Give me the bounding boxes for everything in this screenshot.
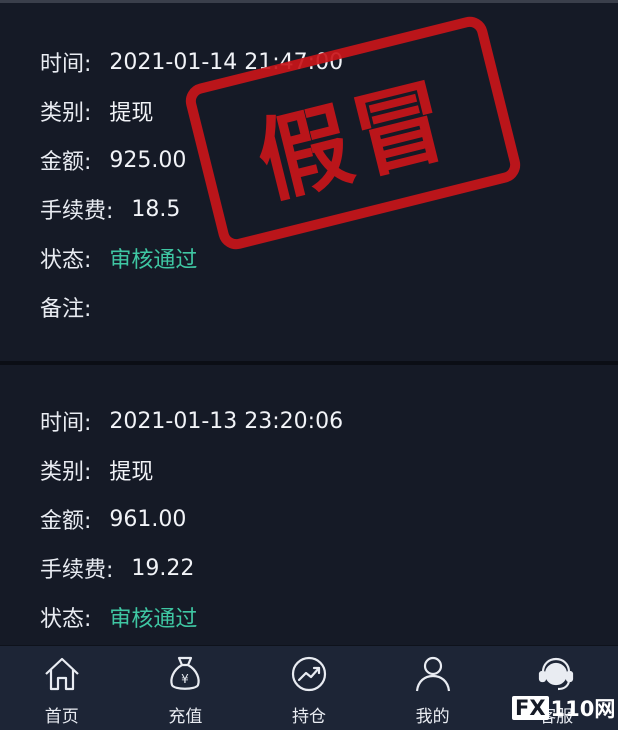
tab-home-label: 首页 xyxy=(44,707,79,727)
watermark-box-text: FX xyxy=(512,696,549,720)
amount-row: 金额: 925.00 xyxy=(40,145,187,176)
type-label: 类别: xyxy=(40,101,92,126)
fee-label: 手续费: xyxy=(40,558,114,583)
fee-row: 手续费: 18.5 xyxy=(40,194,181,225)
fee-row: 手续费: 19.22 xyxy=(40,553,195,584)
trend-chart-icon xyxy=(291,656,327,692)
svg-text:¥: ¥ xyxy=(182,672,190,686)
status-row: 状态: 审核通过 xyxy=(40,243,197,273)
fee-value: 19.22 xyxy=(131,555,195,581)
fee-label: 手续费: xyxy=(40,199,114,224)
type-label: 类别: xyxy=(40,460,92,485)
type-value: 提现 xyxy=(109,101,154,126)
time-label: 时间: xyxy=(40,411,92,436)
headset-icon xyxy=(539,657,574,691)
amount-label: 金额: xyxy=(40,509,92,534)
time-value: 2021-01-13 23:20:06 xyxy=(109,408,344,434)
home-icon xyxy=(45,657,79,691)
amount-row: 金额: 961.00 xyxy=(40,504,187,535)
note-row: 备注: xyxy=(40,292,109,322)
fx110-watermark: FX 110网 xyxy=(512,694,615,722)
amount-label: 金额: xyxy=(40,150,92,175)
status-value: 审核通过 xyxy=(109,248,198,273)
tab-positions-label: 持仓 xyxy=(291,707,326,727)
type-row: 类别: 提现 xyxy=(40,455,153,485)
tab-mine[interactable]: 我的 xyxy=(371,646,495,730)
watermark-rest-text: 110网 xyxy=(550,697,616,721)
tab-recharge-label: 充值 xyxy=(168,707,203,727)
tab-mine-label: 我的 xyxy=(415,707,450,727)
tab-home[interactable]: 首页 xyxy=(0,646,124,730)
tab-positions[interactable]: 持仓 xyxy=(247,646,371,730)
transaction-record: 时间: 2021-01-13 23:20:06 类别: 提现 金额: 961.0… xyxy=(0,365,618,645)
amount-value: 961.00 xyxy=(109,506,187,532)
note-label: 备注: xyxy=(40,297,92,322)
status-value: 审核通过 xyxy=(109,607,198,632)
user-icon xyxy=(415,656,450,692)
stamp-text: 假冒 xyxy=(246,65,463,217)
tab-recharge[interactable]: ¥ 充值 xyxy=(124,646,248,730)
status-row: 状态: 审核通过 xyxy=(40,602,197,632)
type-row: 类别: 提现 xyxy=(40,96,153,126)
amount-value: 925.00 xyxy=(109,147,187,173)
status-label: 状态: xyxy=(40,607,92,632)
fee-value: 18.5 xyxy=(131,196,181,222)
time-label: 时间: xyxy=(40,52,92,77)
status-label: 状态: xyxy=(40,248,92,273)
money-bag-icon: ¥ xyxy=(170,656,201,690)
time-row: 时间: 2021-01-13 23:20:06 xyxy=(40,406,344,437)
type-value: 提现 xyxy=(109,460,154,485)
